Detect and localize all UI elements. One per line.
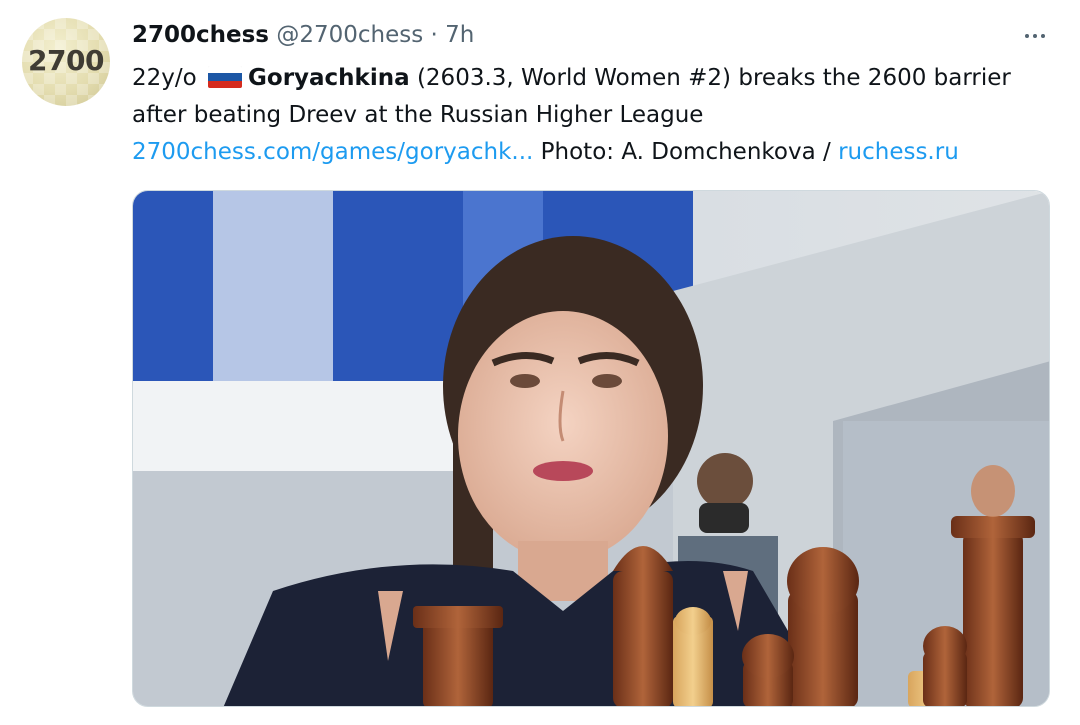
separator: · <box>430 22 438 48</box>
avatar[interactable]: 2700 <box>22 18 110 106</box>
tweet[interactable]: 2700 2700chess @2700chess · 7h 22y/o Gor… <box>0 0 1080 725</box>
games-link[interactable]: 2700chess.com/games/goryachk... <box>132 139 533 165</box>
player-name: Goryachkina <box>248 65 410 91</box>
avatar-text: 2700 <box>28 44 104 77</box>
tweet-text-line-3: 2700chess.com/games/goryachk... Photo: A… <box>132 134 1052 171</box>
photo-image <box>133 191 1049 706</box>
rating-text: (2603.3, World Women #2) breaks the 2600… <box>409 65 1011 91</box>
timestamp[interactable]: 7h <box>445 22 474 48</box>
user-handle[interactable]: @2700chess <box>276 22 423 48</box>
tweet-text-line-2: after beating Dreev at the Russian Highe… <box>132 102 704 128</box>
photo-credit: Photo: A. Domchenkova / <box>533 139 839 165</box>
tweet-text: 22y/o Goryachkina (2603.3, World Women #… <box>132 60 1052 171</box>
tweet-header: 2700chess @2700chess · 7h <box>132 22 474 54</box>
display-name[interactable]: 2700chess <box>132 22 269 48</box>
more-horizontal-icon <box>1025 34 1029 38</box>
more-horizontal-icon <box>1033 34 1037 38</box>
more-options-button[interactable] <box>1018 24 1052 48</box>
ruchess-link[interactable]: ruchess.ru <box>838 139 959 165</box>
russia-flag-icon <box>208 66 243 88</box>
tweet-text-line-1: 22y/o Goryachkina (2603.3, World Women #… <box>132 60 1052 97</box>
more-horizontal-icon <box>1041 34 1045 38</box>
tweet-photo[interactable] <box>132 190 1050 707</box>
age-text: 22y/o <box>132 65 197 91</box>
